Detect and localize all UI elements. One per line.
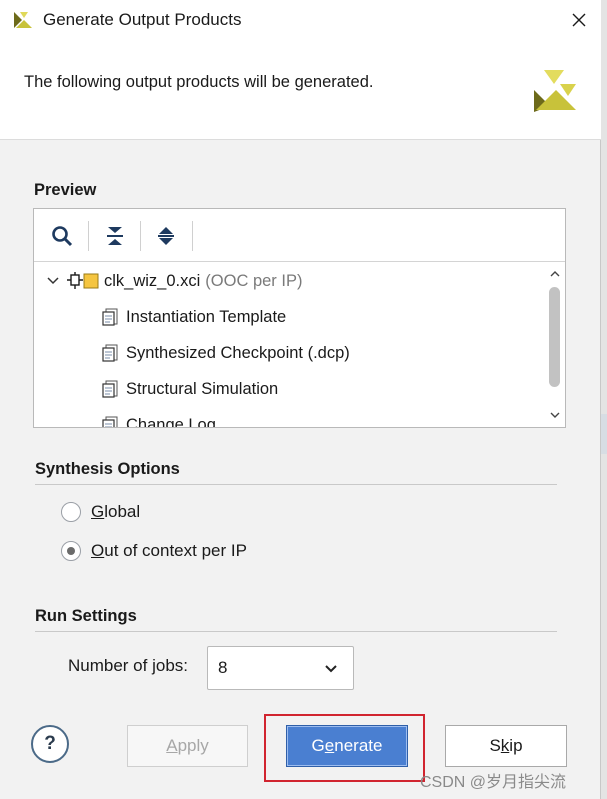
scroll-thumb[interactable] xyxy=(549,287,560,387)
watermark: CSDN @岁月指尖流 xyxy=(420,774,567,791)
tree-item-label: Change Log xyxy=(126,415,216,428)
header-band: The following output products will be ge… xyxy=(0,40,601,140)
tree-item[interactable]: Change Log xyxy=(100,407,216,427)
close-button[interactable] xyxy=(556,0,601,40)
tree-item-label: Structural Simulation xyxy=(126,379,279,398)
generate-output-dialog: Generate Output Products The following o… xyxy=(0,0,601,799)
section-divider xyxy=(35,484,557,485)
apply-button[interactable]: Apply xyxy=(127,725,248,767)
vivado-brand-icon xyxy=(534,70,576,112)
scroll-up-button[interactable] xyxy=(547,266,562,281)
jobs-select-value: 8 xyxy=(218,658,228,677)
search-icon xyxy=(52,226,73,247)
synthesis-options-title: Synthesis Options xyxy=(35,460,180,478)
help-button[interactable]: ? xyxy=(31,725,69,763)
tree-item[interactable]: Structural Simulation xyxy=(100,371,278,407)
window-title: Generate Output Products xyxy=(43,10,242,29)
tree-root-label: clk_wiz_0.xci xyxy=(104,271,201,290)
preview-toolbar xyxy=(34,209,565,262)
radio-global[interactable]: Global xyxy=(61,502,140,522)
document-icon xyxy=(102,308,118,326)
background-window-edge xyxy=(601,0,607,799)
tree-scrollbar[interactable] xyxy=(544,263,565,427)
document-icon xyxy=(102,380,118,398)
title-bar: Generate Output Products xyxy=(0,0,601,40)
chevron-down-icon xyxy=(550,412,559,418)
tree-item[interactable]: Synthesized Checkpoint (.dcp) xyxy=(100,335,350,371)
chevron-down-icon xyxy=(325,665,337,673)
toolbar-separator xyxy=(140,221,141,251)
radio-out-of-context-control[interactable] xyxy=(61,541,81,561)
tree-root-item[interactable]: clk_wiz_0.xci (OOC per IP) xyxy=(46,263,302,299)
preview-title: Preview xyxy=(34,181,97,199)
radio-global-control[interactable] xyxy=(61,502,81,522)
vivado-logo-icon xyxy=(14,12,32,28)
generate-button[interactable]: Ge nerate xyxy=(286,725,408,767)
collapse-all-button[interactable] xyxy=(100,221,130,251)
tree-item-label: Instantiation Template xyxy=(126,307,287,326)
toolbar-separator xyxy=(88,221,89,251)
collapse-all-icon xyxy=(107,227,123,245)
section-divider xyxy=(35,631,557,632)
ip-core-icon xyxy=(67,272,99,289)
run-settings-title: Run Settings xyxy=(35,607,137,625)
preview-panel: clk_wiz_0.xci (OOC per IP) Instantiation… xyxy=(33,208,566,428)
expand-all-icon xyxy=(158,227,174,245)
header-message: The following output products will be ge… xyxy=(24,73,374,91)
radio-global-label: Global xyxy=(91,502,141,521)
chevron-up-icon xyxy=(550,270,559,276)
tree-item-label: Synthesized Checkpoint (.dcp) xyxy=(126,343,350,362)
close-icon xyxy=(572,13,585,27)
tree-item[interactable]: Instantiation Template xyxy=(100,299,286,335)
preview-tree: clk_wiz_0.xci (OOC per IP) Instantiation… xyxy=(34,263,544,427)
radio-out-of-context-label: Out of context per IP xyxy=(91,541,247,560)
document-icon xyxy=(102,344,118,362)
radio-out-of-context[interactable]: Out of context per IP xyxy=(61,541,247,561)
tree-root-note: (OOC per IP) xyxy=(205,271,303,290)
jobs-label: Number of jobs: xyxy=(68,656,189,675)
chevron-down-icon[interactable] xyxy=(46,274,60,288)
skip-button[interactable]: Sk ip xyxy=(445,725,567,767)
expand-all-button[interactable] xyxy=(151,221,181,251)
search-button[interactable] xyxy=(47,221,77,251)
document-icon xyxy=(102,416,118,427)
scroll-down-button[interactable] xyxy=(547,407,562,422)
toolbar-separator xyxy=(192,221,193,251)
jobs-select[interactable]: 8 xyxy=(207,646,354,690)
